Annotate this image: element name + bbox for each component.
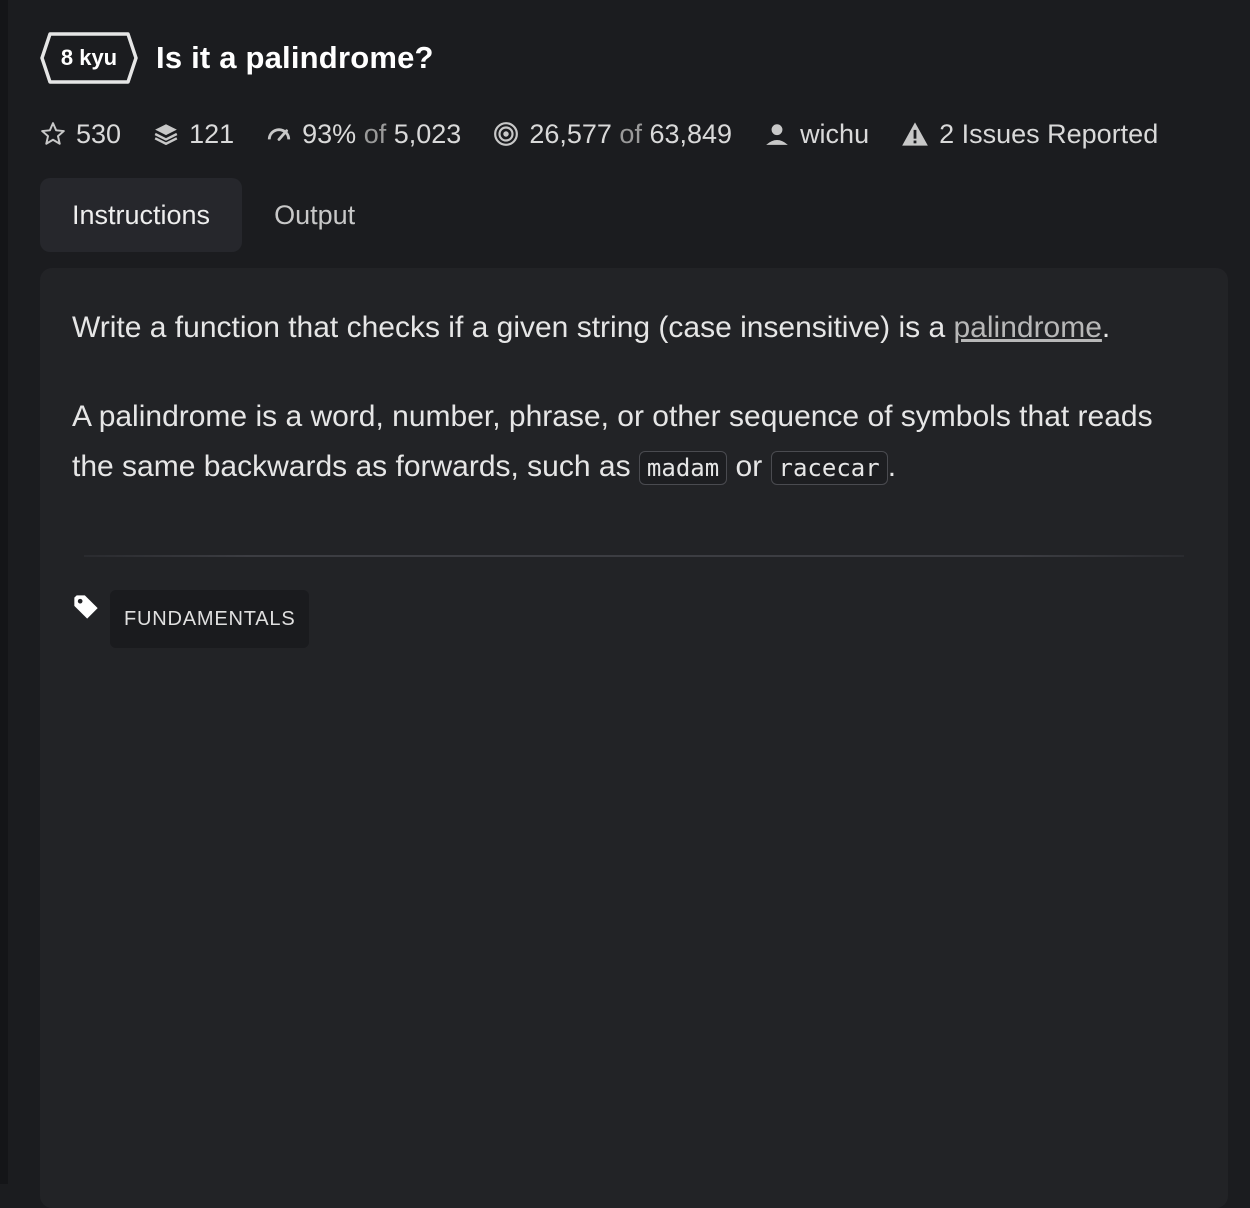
gauge-icon bbox=[267, 128, 291, 141]
issues-label: 2 Issues Reported bbox=[939, 118, 1159, 149]
tab-bar: Instructions Output bbox=[40, 178, 387, 252]
stars-count: 530 bbox=[76, 118, 122, 149]
completed-stat: 26,577 of 63,849 bbox=[493, 119, 732, 150]
collections-icon bbox=[154, 124, 178, 145]
tag-fundamentals[interactable]: FUNDAMENTALS bbox=[110, 590, 310, 648]
collections-count: 121 bbox=[189, 118, 235, 149]
p1-end: . bbox=[1101, 311, 1111, 344]
kata-header: 8 kyu Is it a palindrome? bbox=[40, 30, 434, 86]
palindrome-link[interactable]: palindrome bbox=[954, 311, 1102, 344]
divider bbox=[84, 555, 1184, 557]
description-paragraph-1: Write a function that checks if a given … bbox=[72, 304, 1202, 352]
satisfaction-of: of bbox=[363, 118, 387, 149]
left-edge bbox=[0, 0, 8, 1184]
kata-title: Is it a palindrome? bbox=[156, 40, 434, 75]
satisfaction-pct: 93% bbox=[302, 118, 357, 149]
rank-badge: 8 kyu bbox=[40, 32, 138, 84]
p2-text: A palindrome is a word, number, phrase, … bbox=[72, 400, 1153, 483]
tab-output[interactable]: Output bbox=[242, 178, 387, 252]
code-madam: madam bbox=[638, 451, 728, 485]
stars-stat[interactable]: 530 bbox=[40, 119, 121, 150]
star-icon bbox=[41, 122, 65, 145]
author-name[interactable]: wichu bbox=[800, 119, 869, 150]
p2-or: or bbox=[727, 450, 771, 483]
p2-end: . bbox=[887, 450, 897, 483]
author-stat[interactable]: wichu bbox=[764, 119, 869, 150]
rank-label: 8 kyu bbox=[60, 45, 118, 70]
tag-icon bbox=[74, 595, 98, 619]
completed-of: of bbox=[619, 118, 642, 149]
tab-instructions[interactable]: Instructions bbox=[40, 178, 243, 252]
issues-stat[interactable]: 2 Issues Reported bbox=[901, 119, 1158, 150]
instructions-panel: Write a function that checks if a given … bbox=[40, 268, 1228, 1208]
user-icon bbox=[766, 124, 788, 145]
p1-text: Write a function that checks if a given … bbox=[72, 311, 954, 344]
collections-stat[interactable]: 121 bbox=[153, 119, 234, 150]
target-icon bbox=[494, 122, 519, 146]
stats-bar: 530 121 93% of 5,023 26,577 of 63,849 wi… bbox=[40, 112, 1190, 156]
attempted-count: 63,849 bbox=[649, 118, 733, 149]
warning-icon bbox=[902, 122, 928, 146]
completed-count: 26,577 bbox=[529, 118, 612, 149]
satisfaction-stat: 93% of 5,023 bbox=[266, 119, 461, 150]
description-paragraph-2: A palindrome is a word, number, phrase, … bbox=[72, 392, 1202, 493]
tags-row: FUNDAMENTALS bbox=[72, 590, 310, 648]
code-racecar: racecar bbox=[770, 451, 888, 485]
satisfaction-votes: 5,023 bbox=[393, 118, 462, 149]
